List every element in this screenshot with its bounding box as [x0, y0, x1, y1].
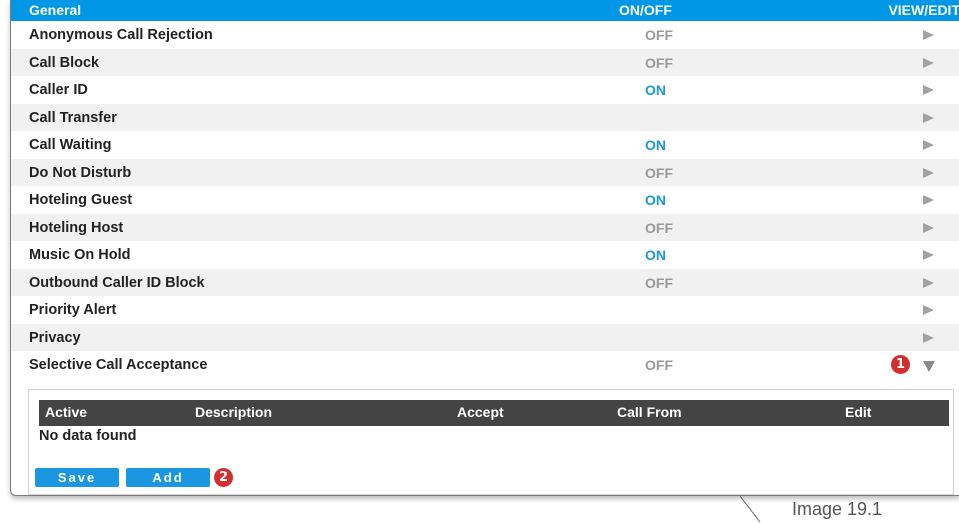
feature-status: ON: [645, 192, 666, 208]
feature-row[interactable]: Music On Hold ON: [11, 241, 959, 269]
expand-arrow-icon[interactable]: [923, 332, 934, 343]
feature-name: Call Waiting: [29, 137, 112, 153]
feature-name: Do Not Disturb: [29, 164, 132, 181]
expanded-arrow-icon[interactable]: [923, 361, 935, 372]
feature-status: OFF: [645, 219, 673, 236]
expand-arrow-icon[interactable]: [923, 222, 934, 233]
expand-arrow-icon[interactable]: [923, 305, 934, 315]
column-view-edit: VIEW/EDIT: [888, 2, 959, 18]
feature-name: Call Transfer: [29, 109, 117, 126]
feature-status: OFF: [645, 164, 673, 181]
feature-row[interactable]: Call Waiting ON: [11, 131, 959, 159]
detail-table-header: Active Description Accept Call From Edit: [39, 400, 949, 426]
feature-status: OFF: [645, 274, 673, 291]
expand-arrow-icon[interactable]: [923, 57, 934, 68]
expand-arrow-icon[interactable]: [923, 167, 934, 178]
feature-name: Hoteling Guest: [29, 192, 133, 208]
column-description: Description: [195, 404, 273, 420]
expand-arrow-icon[interactable]: [923, 250, 934, 260]
feature-status: ON: [645, 82, 666, 98]
feature-name: Priority Alert: [29, 302, 117, 318]
expand-arrow-icon[interactable]: [923, 140, 934, 150]
feature-name: Selective Call Acceptance: [29, 357, 208, 373]
callout-badge-1: 1: [891, 355, 910, 374]
feature-status: OFF: [645, 54, 673, 71]
feature-name: Caller ID: [29, 82, 88, 98]
expand-arrow-icon[interactable]: [923, 277, 934, 288]
feature-status: ON: [645, 247, 666, 263]
feature-row[interactable]: Selective Call Acceptance OFF 1: [11, 351, 959, 379]
feature-row[interactable]: Anonymous Call Rejection OFF: [11, 21, 959, 49]
feature-row[interactable]: Call Block OFF: [11, 48, 959, 76]
image-caption: Image 19.1: [792, 499, 883, 519]
empty-state-text: No data found: [39, 428, 137, 444]
column-accept: Accept: [457, 404, 504, 420]
expand-arrow-icon[interactable]: [923, 85, 934, 95]
feature-name: Hoteling Host: [29, 219, 124, 236]
add-button[interactable]: Add: [126, 468, 210, 487]
feature-row[interactable]: Do Not Disturb OFF: [11, 158, 959, 186]
column-general: General: [29, 2, 82, 18]
feature-status: ON: [645, 137, 666, 153]
feature-status: OFF: [645, 357, 673, 373]
expand-arrow-icon[interactable]: [923, 30, 934, 40]
column-edit: Edit: [845, 404, 872, 420]
feature-row[interactable]: Privacy: [11, 323, 959, 351]
column-on-off: ON/OFF: [619, 2, 672, 18]
feature-name: Anonymous Call Rejection: [29, 27, 213, 43]
feature-row[interactable]: Hoteling Host OFF: [11, 213, 959, 241]
table-header: General ON/OFF VIEW/EDIT: [11, 0, 959, 21]
feature-name: Outbound Caller ID Block: [29, 274, 205, 291]
feature-row[interactable]: Caller ID ON: [11, 76, 959, 104]
column-call-from: Call From: [617, 404, 682, 420]
column-active: Active: [45, 404, 88, 420]
feature-row[interactable]: Priority Alert: [11, 296, 959, 324]
feature-name: Call Block: [29, 54, 100, 71]
feature-status: OFF: [645, 27, 673, 43]
feature-row[interactable]: Outbound Caller ID Block OFF: [11, 268, 959, 296]
call-features-panel: General ON/OFF VIEW/EDIT Anonymous Call …: [10, 0, 959, 496]
feature-name: Privacy: [29, 329, 81, 346]
callout-badge-2: 2: [214, 468, 233, 487]
expand-arrow-icon[interactable]: [923, 112, 934, 123]
feature-row[interactable]: Hoteling Guest ON: [11, 186, 959, 214]
feature-row[interactable]: Call Transfer: [11, 103, 959, 131]
selective-call-acceptance-detail: Active Description Accept Call From Edit…: [28, 389, 954, 495]
save-button[interactable]: Save: [35, 468, 119, 487]
feature-name: Music On Hold: [29, 247, 131, 263]
expand-arrow-icon[interactable]: [923, 195, 934, 205]
